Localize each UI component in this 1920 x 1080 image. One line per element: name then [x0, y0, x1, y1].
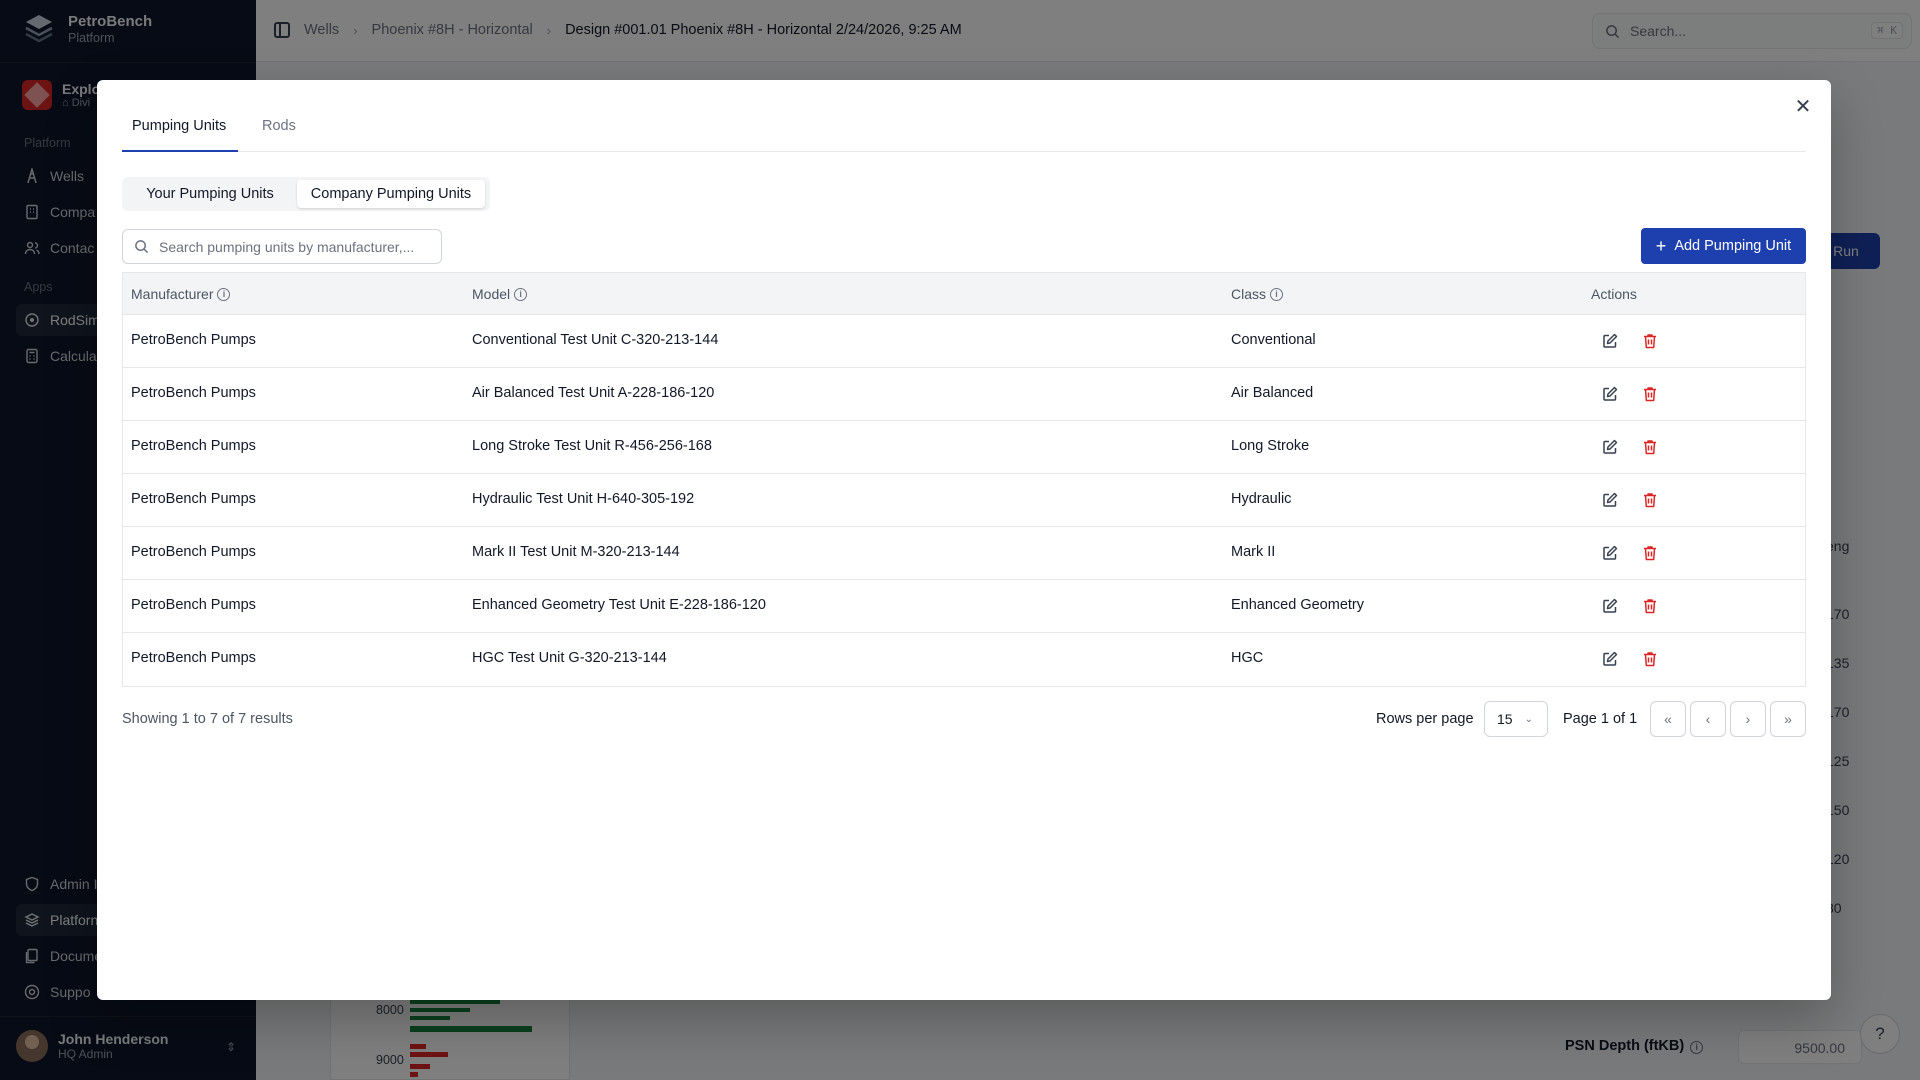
- company-pumping-units-button[interactable]: Company Pumping Units: [297, 180, 485, 208]
- tab-pumping-units[interactable]: Pumping Units: [132, 118, 226, 134]
- cell-class: Air Balanced: [1231, 385, 1314, 401]
- active-tab-indicator: [122, 150, 238, 152]
- info-icon[interactable]: i: [514, 287, 528, 301]
- column-manufacturer[interactable]: Manufacturer i: [131, 286, 231, 302]
- edit-icon[interactable]: [1601, 650, 1619, 668]
- chevrons-left-icon: «: [1664, 711, 1672, 727]
- table-row[interactable]: PetroBench Pumps HGC Test Unit G-320-213-…: [123, 633, 1805, 686]
- trash-icon[interactable]: [1641, 438, 1659, 456]
- chevron-left-icon: ‹: [1705, 711, 1711, 727]
- info-icon[interactable]: i: [1270, 287, 1284, 301]
- results-summary: Showing 1 to 7 of 7 results: [122, 711, 293, 727]
- search-placeholder: Search pumping units by manufacturer,...: [159, 238, 415, 255]
- cell-manufacturer: PetroBench Pumps: [131, 650, 256, 666]
- cell-manufacturer: PetroBench Pumps: [131, 332, 256, 348]
- cell-model: Mark II Test Unit M-320-213-144: [472, 544, 680, 560]
- cell-manufacturer: PetroBench Pumps: [131, 385, 256, 401]
- edit-icon[interactable]: [1601, 544, 1619, 562]
- scope-toggle: Your Pumping Units Company Pumping Units: [122, 177, 490, 211]
- trash-icon[interactable]: [1641, 385, 1659, 403]
- trash-icon[interactable]: [1641, 650, 1659, 668]
- chevrons-right-icon: »: [1784, 711, 1792, 727]
- pumping-units-table: Manufacturer i Model i Class i Actions Petr…: [122, 272, 1806, 687]
- table-row[interactable]: PetroBench Pumps Mark II Test Unit M-320-…: [123, 527, 1805, 580]
- next-page-button[interactable]: ›: [1730, 701, 1766, 737]
- trash-icon[interactable]: [1641, 544, 1659, 562]
- dialog-tabs: Pumping Units Rods: [122, 80, 1806, 152]
- column-actions: Actions: [1591, 286, 1637, 302]
- add-pumping-unit-button[interactable]: + Add Pumping Unit: [1641, 228, 1806, 264]
- cell-model: HGC Test Unit G-320-213-144: [472, 650, 667, 666]
- last-page-button[interactable]: »: [1770, 701, 1806, 737]
- table-row[interactable]: PetroBench Pumps Hydraulic Test Unit H-64…: [123, 474, 1805, 527]
- column-model[interactable]: Model i: [472, 286, 528, 302]
- cell-class: HGC: [1231, 650, 1264, 666]
- trash-icon[interactable]: [1641, 332, 1659, 350]
- column-class[interactable]: Class i: [1231, 286, 1284, 302]
- table-row[interactable]: PetroBench Pumps Conventional Test Unit C…: [123, 315, 1805, 368]
- cell-model: Enhanced Geometry Test Unit E-228-186-12…: [472, 597, 766, 613]
- add-pumping-unit-label: Add Pumping Unit: [1674, 238, 1792, 254]
- cell-class: Mark II: [1231, 544, 1276, 560]
- cell-manufacturer: PetroBench Pumps: [131, 438, 256, 454]
- cell-model: Air Balanced Test Unit A-228-186-120: [472, 385, 715, 401]
- edit-icon[interactable]: [1601, 491, 1619, 509]
- cell-manufacturer: PetroBench Pumps: [131, 597, 256, 613]
- cell-manufacturer: PetroBench Pumps: [131, 544, 256, 560]
- edit-icon[interactable]: [1601, 597, 1619, 615]
- table-row[interactable]: PetroBench Pumps Enhanced Geometry Test U…: [123, 580, 1805, 633]
- tab-rods[interactable]: Rods: [262, 118, 296, 134]
- plus-icon: +: [1655, 236, 1667, 256]
- cell-model: Hydraulic Test Unit H-640-305-192: [472, 491, 695, 507]
- first-page-button[interactable]: «: [1650, 701, 1686, 737]
- table-row[interactable]: PetroBench Pumps Long Stroke Test Unit R-…: [123, 421, 1805, 474]
- chevron-down-icon: ⌄: [1524, 713, 1533, 725]
- trash-icon[interactable]: [1641, 597, 1659, 615]
- table-row[interactable]: PetroBench Pumps Air Balanced Test Unit A…: [123, 368, 1805, 421]
- cell-manufacturer: PetroBench Pumps: [131, 491, 256, 507]
- cell-class: Hydraulic: [1231, 491, 1292, 507]
- rows-per-page-value: 15: [1497, 711, 1513, 727]
- cell-class: Conventional: [1231, 332, 1316, 348]
- rows-per-page-select[interactable]: 15 ⌄: [1484, 701, 1548, 737]
- cell-model: Long Stroke Test Unit R-456-256-168: [472, 438, 712, 454]
- previous-page-button[interactable]: ‹: [1690, 701, 1726, 737]
- table-body: PetroBench Pumps Conventional Test Unit C…: [123, 315, 1805, 686]
- cell-model: Conventional Test Unit C-320-213-144: [472, 332, 719, 348]
- page-indicator: Page 1 of 1: [1563, 711, 1638, 727]
- trash-icon[interactable]: [1641, 491, 1659, 509]
- edit-icon[interactable]: [1601, 438, 1619, 456]
- rows-per-page-label: Rows per page: [1376, 711, 1474, 727]
- cell-class: Enhanced Geometry: [1231, 597, 1364, 613]
- pumping-units-dialog: ✕ Pumping Units Rods Your Pumping Units …: [97, 80, 1831, 1000]
- cell-class: Long Stroke: [1231, 438, 1310, 454]
- your-pumping-units-button[interactable]: Your Pumping Units: [126, 180, 294, 208]
- edit-icon[interactable]: [1601, 385, 1619, 403]
- search-input[interactable]: Search pumping units by manufacturer,...: [122, 229, 442, 264]
- search-icon: [135, 240, 149, 254]
- edit-icon[interactable]: [1601, 332, 1619, 350]
- table-header: Manufacturer i Model i Class i Actions: [123, 273, 1805, 315]
- info-icon[interactable]: i: [217, 287, 231, 301]
- chevron-right-icon: ›: [1745, 711, 1751, 727]
